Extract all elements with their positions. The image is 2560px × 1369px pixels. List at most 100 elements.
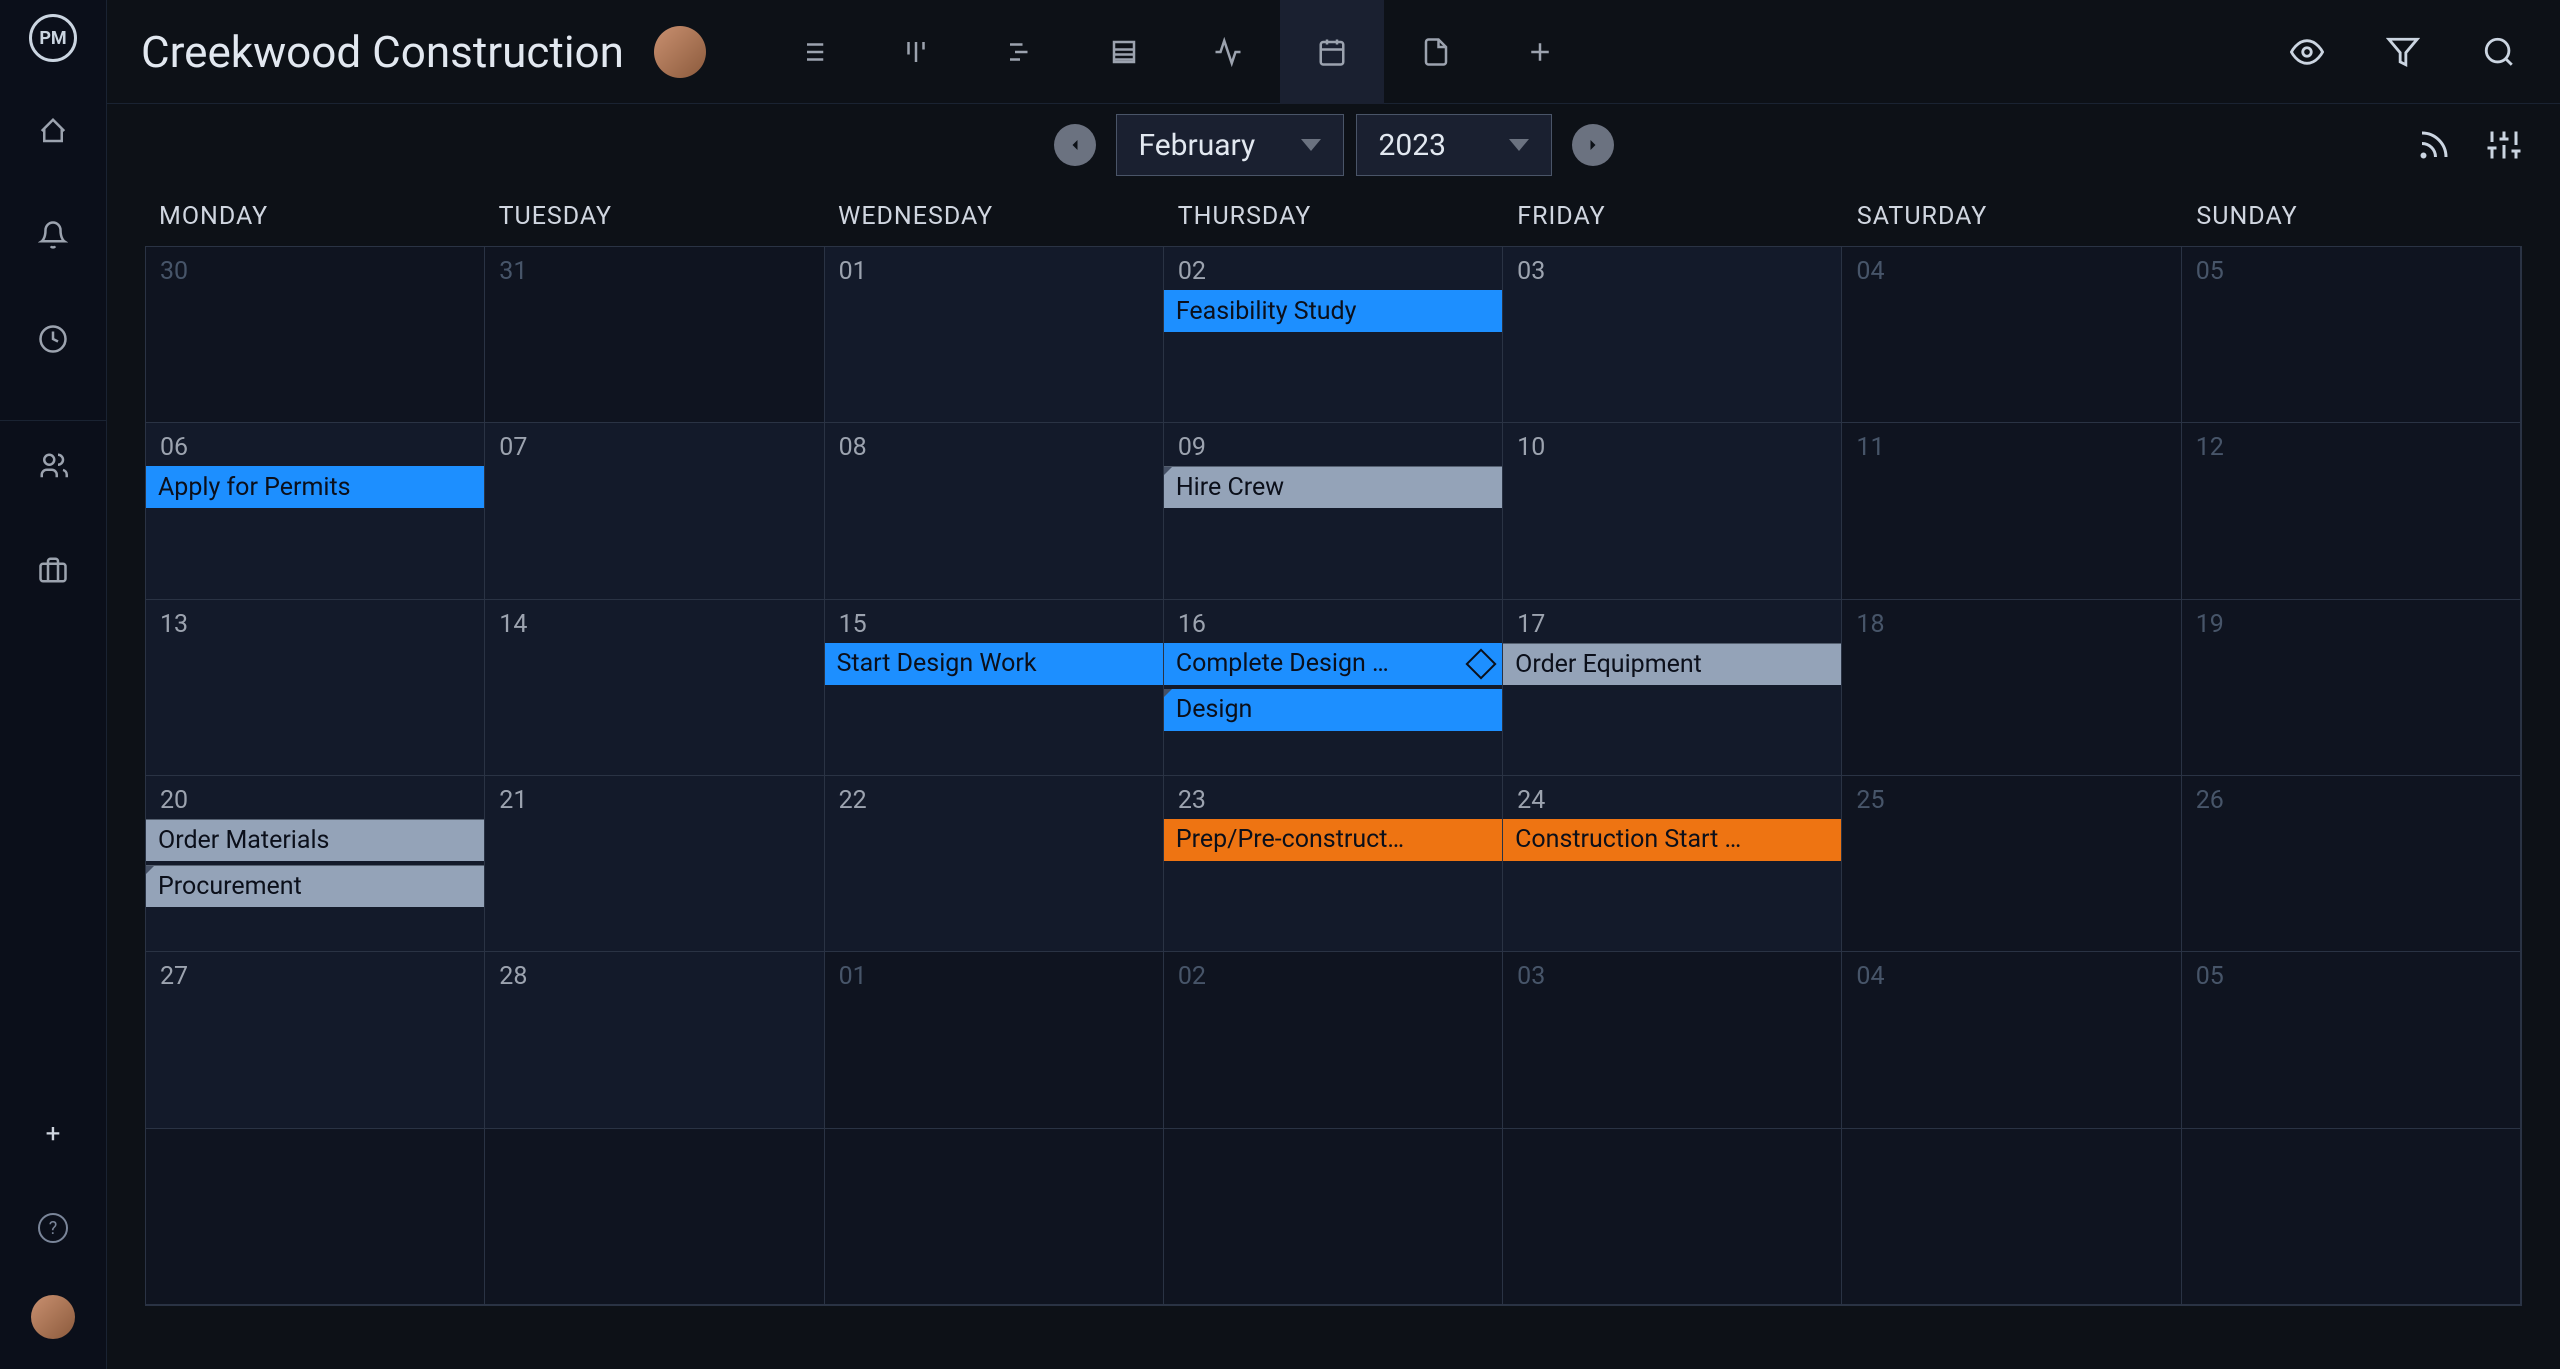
day-cell[interactable]: 27 — [146, 952, 485, 1128]
calendar-event[interactable]: Feasibility Study — [1164, 290, 1502, 332]
day-cell[interactable]: 07 — [485, 423, 824, 599]
day-cell[interactable]: 21 — [485, 776, 824, 952]
day-cell[interactable]: 18 — [1842, 600, 2181, 776]
day-cell[interactable]: 23Prep/Pre-construct… — [1164, 776, 1503, 952]
day-number: 18 — [1842, 610, 2180, 639]
day-cell[interactable]: 16 Complete Design …Design — [1164, 600, 1503, 776]
day-cell[interactable]: 03 — [1503, 952, 1842, 1128]
day-cell[interactable]: 04 — [1842, 247, 2181, 423]
calendar-event[interactable]: Procurement — [146, 865, 484, 907]
day-cell[interactable] — [1503, 1129, 1842, 1305]
day-cell[interactable]: 30 — [146, 247, 485, 423]
day-cell[interactable] — [1842, 1129, 2181, 1305]
board-view-tab[interactable] — [864, 0, 968, 104]
month-selector[interactable]: February — [1116, 114, 1344, 176]
day-cell[interactable]: 10 — [1503, 423, 1842, 599]
day-number: 19 — [2182, 610, 2520, 639]
day-cell[interactable]: 08 — [825, 423, 1164, 599]
day-cell[interactable] — [825, 1129, 1164, 1305]
calendar-event[interactable]: Order Materials — [146, 819, 484, 861]
clock-icon[interactable] — [30, 316, 76, 362]
team-icon[interactable] — [30, 443, 76, 489]
day-number: 04 — [1842, 257, 2180, 286]
day-number: 12 — [2182, 433, 2520, 462]
chevron-down-icon — [1509, 139, 1529, 151]
day-cell[interactable]: 15Start Design Work — [825, 600, 1164, 776]
visibility-icon[interactable] — [2280, 25, 2334, 79]
weekday-label: SATURDAY — [1843, 186, 2183, 246]
calendar-event[interactable]: Apply for Permits — [146, 466, 484, 508]
day-cell[interactable]: 03 — [1503, 247, 1842, 423]
day-cell[interactable]: 12 — [2182, 423, 2521, 599]
day-cell[interactable]: 01 — [825, 247, 1164, 423]
day-cell[interactable] — [485, 1129, 824, 1305]
calendar-event[interactable]: Design — [1164, 689, 1502, 731]
day-cell[interactable]: 02Feasibility Study — [1164, 247, 1503, 423]
day-cell[interactable]: 17Order Equipment — [1503, 600, 1842, 776]
gantt-view-tab[interactable] — [968, 0, 1072, 104]
day-cell[interactable]: 31 — [485, 247, 824, 423]
day-number: 03 — [1503, 257, 1841, 286]
day-cell[interactable] — [146, 1129, 485, 1305]
day-cell[interactable] — [1164, 1129, 1503, 1305]
sheet-view-tab[interactable] — [1072, 0, 1176, 104]
calendar-event[interactable]: Prep/Pre-construct… — [1164, 819, 1502, 861]
day-cell[interactable]: 11 — [1842, 423, 2181, 599]
day-cell[interactable]: 25 — [1842, 776, 2181, 952]
calendar-event[interactable]: Complete Design … — [1164, 643, 1502, 685]
calendar-event[interactable]: Construction Start … — [1503, 819, 1841, 861]
calendar-event[interactable]: Start Design Work — [825, 643, 1163, 685]
next-month-button[interactable] — [1572, 124, 1614, 166]
add-button[interactable]: + — [46, 1119, 61, 1149]
day-cell[interactable] — [2182, 1129, 2521, 1305]
day-number: 04 — [1842, 962, 2180, 991]
prev-month-button[interactable] — [1054, 124, 1096, 166]
feed-icon[interactable] — [2416, 127, 2452, 163]
home-icon[interactable] — [30, 108, 76, 154]
list-view-tab[interactable] — [760, 0, 864, 104]
weekday-label: TUESDAY — [485, 186, 825, 246]
calendar-event[interactable]: Hire Crew — [1164, 466, 1502, 508]
bell-icon[interactable] — [30, 212, 76, 258]
day-number: 03 — [1503, 962, 1841, 991]
day-cell[interactable]: 22 — [825, 776, 1164, 952]
briefcase-icon[interactable] — [30, 547, 76, 593]
day-cell[interactable]: 05 — [2182, 247, 2521, 423]
day-cell[interactable]: 06Apply for Permits — [146, 423, 485, 599]
file-view-tab[interactable] — [1384, 0, 1488, 104]
day-cell[interactable]: 20Order MaterialsProcurement — [146, 776, 485, 952]
activity-view-tab[interactable] — [1176, 0, 1280, 104]
milestone-diamond-icon — [1466, 648, 1497, 679]
filter-icon[interactable] — [2376, 25, 2430, 79]
calendar-event[interactable]: Order Equipment — [1503, 643, 1841, 685]
day-cell[interactable]: 26 — [2182, 776, 2521, 952]
day-cell[interactable]: 09Hire Crew — [1164, 423, 1503, 599]
search-icon[interactable] — [2472, 25, 2526, 79]
day-cell[interactable]: 05 — [2182, 952, 2521, 1128]
calendar: MONDAY TUESDAY WEDNESDAY THURSDAY FRIDAY… — [107, 186, 2560, 1369]
weekday-label: THURSDAY — [1164, 186, 1504, 246]
day-cell[interactable]: 02 — [1164, 952, 1503, 1128]
calendar-view-tab[interactable] — [1280, 0, 1384, 104]
user-avatar[interactable] — [31, 1295, 75, 1339]
settings-sliders-icon[interactable] — [2486, 127, 2522, 163]
help-icon[interactable]: ? — [38, 1213, 68, 1243]
app-logo[interactable]: PM — [29, 14, 77, 62]
weekday-header: MONDAY TUESDAY WEDNESDAY THURSDAY FRIDAY… — [145, 186, 2522, 246]
day-cell[interactable]: 14 — [485, 600, 824, 776]
day-cell[interactable]: 13 — [146, 600, 485, 776]
weekday-label: MONDAY — [145, 186, 485, 246]
day-cell[interactable]: 04 — [1842, 952, 2181, 1128]
left-sidebar: PM + ? — [0, 0, 107, 1369]
day-cell[interactable]: 01 — [825, 952, 1164, 1128]
weekday-label: SUNDAY — [2182, 186, 2522, 246]
day-cell[interactable]: 24Construction Start … — [1503, 776, 1842, 952]
year-selector[interactable]: 2023 — [1356, 114, 1552, 176]
day-cell[interactable]: 19 — [2182, 600, 2521, 776]
day-number: 16 — [1164, 610, 1502, 639]
project-avatar[interactable] — [654, 26, 706, 78]
calendar-controls: February 2023 — [107, 104, 2560, 186]
day-cell[interactable]: 28 — [485, 952, 824, 1128]
day-number: 31 — [485, 257, 823, 286]
add-view-tab[interactable] — [1488, 0, 1592, 104]
